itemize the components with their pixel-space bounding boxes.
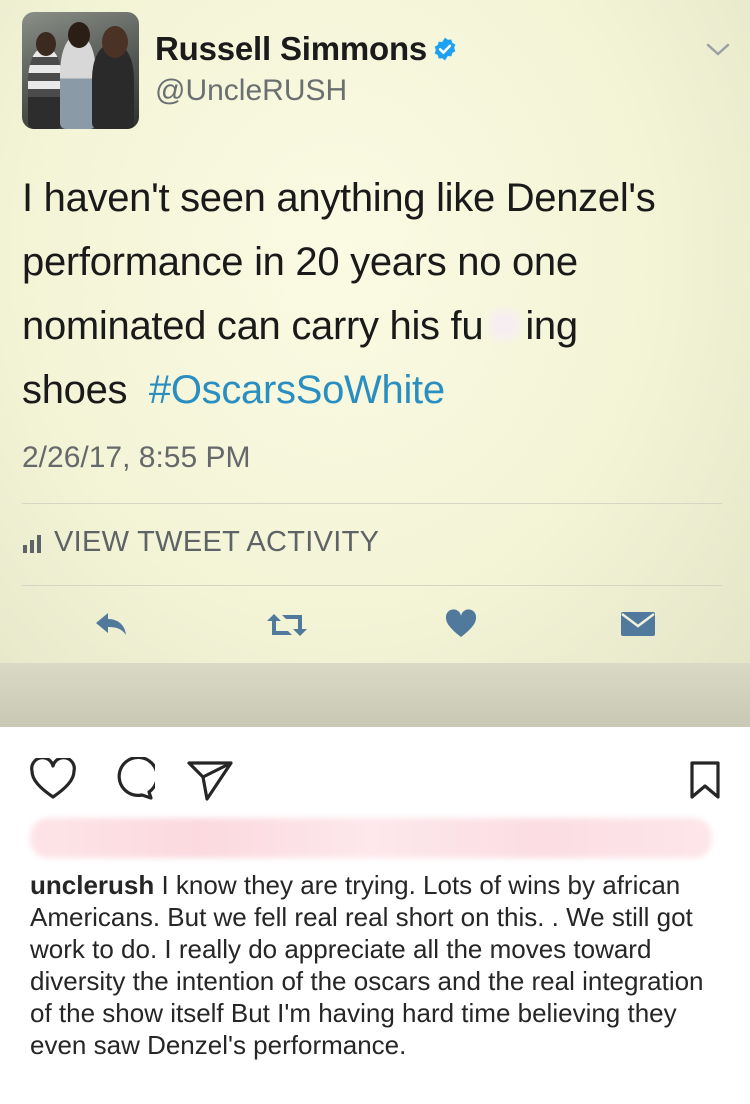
heart-icon[interactable] [29, 758, 77, 800]
activity-label: VIEW TWEET ACTIVITY [54, 526, 380, 558]
tweet-author-name[interactable]: Russell Simmons [155, 30, 427, 68]
like-icon[interactable] [445, 609, 477, 639]
embedded-tweet-screenshot: Russell Simmons @UncleRUSH I haven't see… [0, 0, 750, 727]
avatar[interactable] [22, 12, 139, 129]
retweet-icon[interactable] [266, 612, 308, 638]
tweet-bottom-band [0, 663, 750, 727]
view-tweet-activity-button[interactable]: VIEW TWEET ACTIVITY [22, 526, 379, 559]
censor-blur [483, 305, 526, 345]
caption-username[interactable]: unclerush [30, 870, 154, 900]
tweet-text: I haven't seen anything like Denzel's pe… [22, 166, 722, 422]
share-icon[interactable] [186, 760, 234, 802]
divider [22, 585, 722, 586]
tweet-author-handle[interactable]: @UncleRUSH [155, 74, 347, 108]
reply-icon[interactable] [94, 610, 128, 638]
message-icon[interactable] [620, 610, 656, 638]
verified-badge-icon [434, 37, 456, 61]
tweet-timestamp: 2/26/17, 8:55 PM [22, 441, 251, 474]
bookmark-icon[interactable] [689, 760, 721, 800]
hashtag-link[interactable]: #OscarsSoWhite [149, 368, 445, 412]
post-caption: unclerush I know they are trying. Lots o… [30, 869, 730, 1061]
chevron-down-icon[interactable] [705, 42, 731, 58]
divider [22, 503, 722, 504]
redacted-likes-row [30, 818, 712, 858]
bar-chart-icon [23, 534, 41, 553]
comment-icon[interactable] [109, 757, 155, 801]
